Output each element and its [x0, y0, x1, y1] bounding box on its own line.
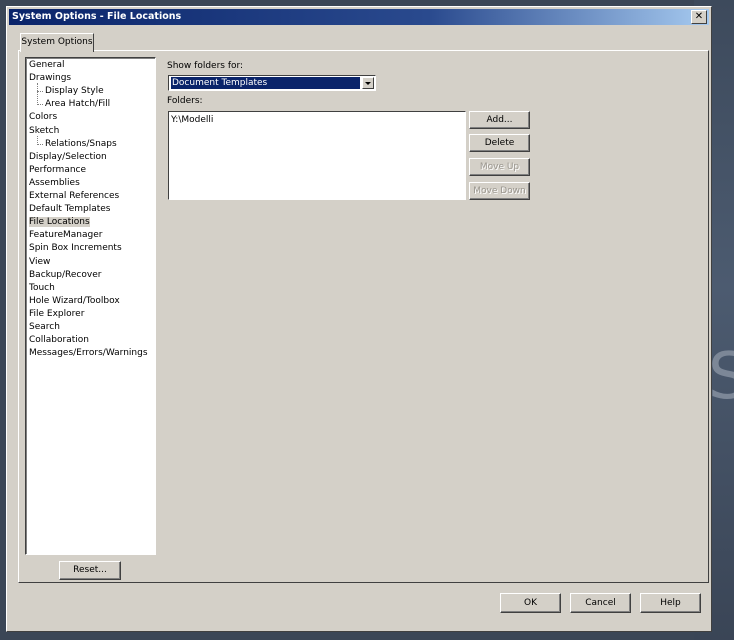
- title-bar: System Options - File Locations ✕: [9, 9, 709, 25]
- tree-item[interactable]: External References: [29, 190, 119, 202]
- tree-item[interactable]: Messages/Errors/Warnings: [29, 347, 148, 359]
- options-tree[interactable]: General Drawings Display Style Area Hatch/F…: [25, 57, 156, 555]
- tree-item[interactable]: FeatureManager: [29, 229, 102, 241]
- tree-connector: [37, 135, 38, 145]
- close-icon: ✕: [694, 11, 704, 22]
- tree-item[interactable]: Spin Box Increments: [29, 242, 122, 254]
- tree-item-label: File Locations: [29, 217, 90, 228]
- tree-item-label: Assemblies: [29, 177, 80, 188]
- window-title: System Options - File Locations: [12, 11, 182, 22]
- tree-item-label: Spin Box Increments: [29, 243, 122, 254]
- move-up-button[interactable]: Move Up: [469, 158, 530, 176]
- tree-item-label: Touch: [29, 282, 55, 293]
- chevron-down-icon[interactable]: [362, 77, 374, 89]
- help-button[interactable]: Help: [640, 593, 701, 613]
- tree-item-label: Messages/Errors/Warnings: [29, 348, 148, 359]
- tree-item[interactable]: General: [29, 59, 64, 71]
- move-down-button[interactable]: Move Down: [469, 182, 530, 200]
- tree-item[interactable]: Display/Selection: [29, 151, 107, 163]
- tree-item-label: FeatureManager: [29, 230, 103, 241]
- tree-connector: [37, 83, 38, 106]
- tree-item-label: Drawings: [29, 73, 72, 84]
- tree-item-label: Backup/Recover: [29, 269, 102, 280]
- tree-item[interactable]: Hole Wizard/Toolbox: [29, 295, 120, 307]
- tree-item-label: Collaboration: [29, 335, 89, 346]
- tree-item-label: Search: [29, 322, 60, 332]
- tree-item-label: Performance: [29, 164, 87, 175]
- tab-system-options[interactable]: System Options: [20, 33, 94, 52]
- dropdown-selected-value: Document Templates: [171, 77, 360, 89]
- tree-item-label: External References: [29, 191, 120, 201]
- tree-item-label: Area Hatch/Fill: [45, 99, 111, 110]
- tree-item[interactable]: Backup/Recover: [29, 269, 101, 281]
- close-button[interactable]: ✕: [691, 10, 707, 24]
- tree-item-label: Display Style: [45, 86, 104, 97]
- tree-item-label: Colors: [29, 112, 58, 123]
- tree-item[interactable]: Colors: [29, 111, 57, 123]
- tree-item[interactable]: Area Hatch/Fill: [45, 98, 110, 110]
- system-options-dialog: System Options - File Locations ✕ System…: [6, 6, 712, 632]
- tree-item-label: Sketch: [29, 125, 60, 136]
- ok-button[interactable]: OK: [500, 593, 561, 613]
- list-item[interactable]: Y:\Modelli: [171, 114, 213, 126]
- show-folders-dropdown[interactable]: Document Templates: [168, 75, 376, 91]
- tree-item[interactable]: Display Style: [45, 85, 104, 97]
- tree-item[interactable]: Assemblies: [29, 177, 80, 189]
- tree-item[interactable]: Default Templates: [29, 203, 111, 215]
- reset-button[interactable]: Reset...: [59, 561, 121, 580]
- folders-label: Folders:: [167, 96, 203, 106]
- delete-button[interactable]: Delete: [469, 134, 530, 152]
- tree-item[interactable]: Relations/Snaps: [45, 138, 117, 150]
- tree-item[interactable]: File Explorer: [29, 308, 84, 320]
- tree-item-label: Default Templates: [29, 204, 111, 215]
- tree-item[interactable]: File Locations: [29, 216, 90, 228]
- tree-item-label: File Explorer: [29, 308, 85, 319]
- tree-item[interactable]: Search: [29, 321, 60, 333]
- tree-item-label: Relations/Snaps: [45, 138, 117, 149]
- tree-item[interactable]: View: [29, 256, 50, 268]
- tree-item[interactable]: Sketch: [29, 125, 59, 137]
- tree-item[interactable]: Collaboration: [29, 334, 89, 346]
- tree-item[interactable]: Performance: [29, 164, 86, 176]
- add-button[interactable]: Add...: [469, 111, 530, 129]
- tree-item-label: View: [29, 256, 51, 267]
- folders-list[interactable]: Y:\Modelli: [168, 111, 466, 200]
- tree-item-label: General: [29, 60, 65, 70]
- tree-item[interactable]: Touch: [29, 282, 55, 294]
- tree-item-label: Hole Wizard/Toolbox: [29, 295, 120, 306]
- show-folders-label: Show folders for:: [167, 61, 244, 71]
- tree-item[interactable]: Drawings: [29, 72, 71, 84]
- cancel-button[interactable]: Cancel: [570, 593, 631, 613]
- tree-item-label: Display/Selection: [29, 151, 107, 162]
